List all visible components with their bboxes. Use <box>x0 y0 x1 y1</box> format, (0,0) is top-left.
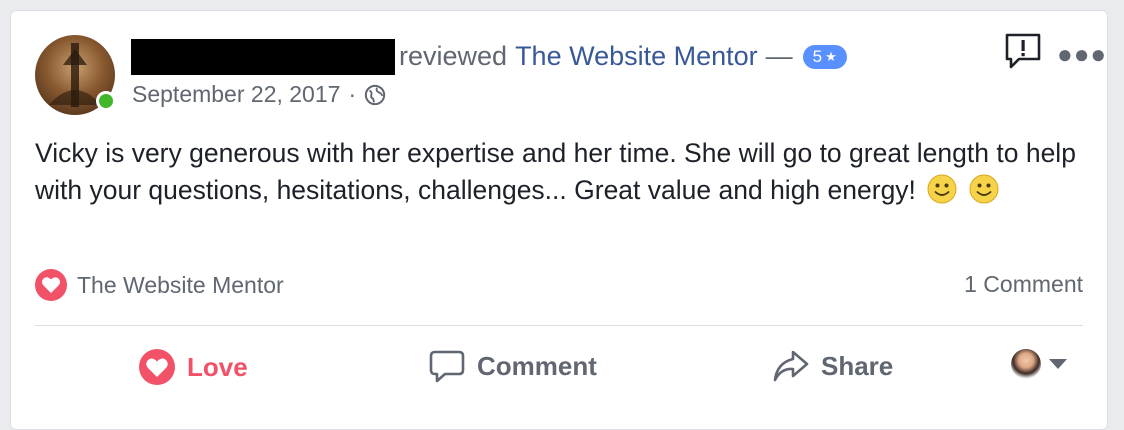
report-icon[interactable] <box>1003 31 1043 71</box>
online-status-dot <box>96 91 116 111</box>
reaction-summary[interactable]: The Website Mentor <box>35 269 284 301</box>
reactor-name: The Website Mentor <box>77 271 284 298</box>
share-label: Share <box>821 350 894 381</box>
comment-icon <box>429 350 465 383</box>
page-name-link[interactable]: The Website Mentor <box>515 41 758 72</box>
rating-value: 5 <box>812 46 823 66</box>
love-reaction-icon <box>35 269 67 301</box>
comment-label: Comment <box>477 350 597 381</box>
globe-icon[interactable] <box>364 84 386 106</box>
reviewed-text: reviewed <box>399 41 508 71</box>
love-reaction-icon <box>139 349 175 385</box>
user-avatar <box>1011 349 1041 379</box>
smile-emoji-icon <box>927 174 957 204</box>
rating-badge: 5 ★ <box>802 44 847 69</box>
comment-button[interactable]: Comment <box>429 349 597 383</box>
review-body: Vicky is very generous with her expertis… <box>35 135 1095 209</box>
smile-emoji-icon <box>969 174 999 204</box>
chevron-down-icon <box>1049 359 1067 369</box>
star-icon: ★ <box>825 48 837 64</box>
meta-separator: · <box>348 81 357 107</box>
post-date-link[interactable]: September 22, 2017 <box>132 81 340 108</box>
action-divider <box>35 325 1083 326</box>
share-icon <box>773 350 809 382</box>
review-header: reviewed The Website Mentor — 5 ★ <box>399 41 847 72</box>
review-text: Vicky is very generous with her expertis… <box>35 138 1076 205</box>
love-label: Love <box>187 351 248 382</box>
love-button[interactable]: Love <box>139 349 248 385</box>
author-name-redacted[interactable] <box>131 39 395 75</box>
more-options-icon[interactable]: ●●● <box>1057 39 1107 70</box>
separator-dash: — <box>765 41 793 71</box>
share-button[interactable]: Share <box>773 349 893 383</box>
review-post-card: reviewed The Website Mentor — 5 ★ Septem… <box>10 10 1108 430</box>
post-meta: September 22, 2017 · <box>132 81 386 108</box>
heart-icon <box>42 277 60 293</box>
reaction-identity-selector[interactable] <box>1011 349 1067 379</box>
comment-count-link[interactable]: 1 Comment <box>964 271 1083 298</box>
